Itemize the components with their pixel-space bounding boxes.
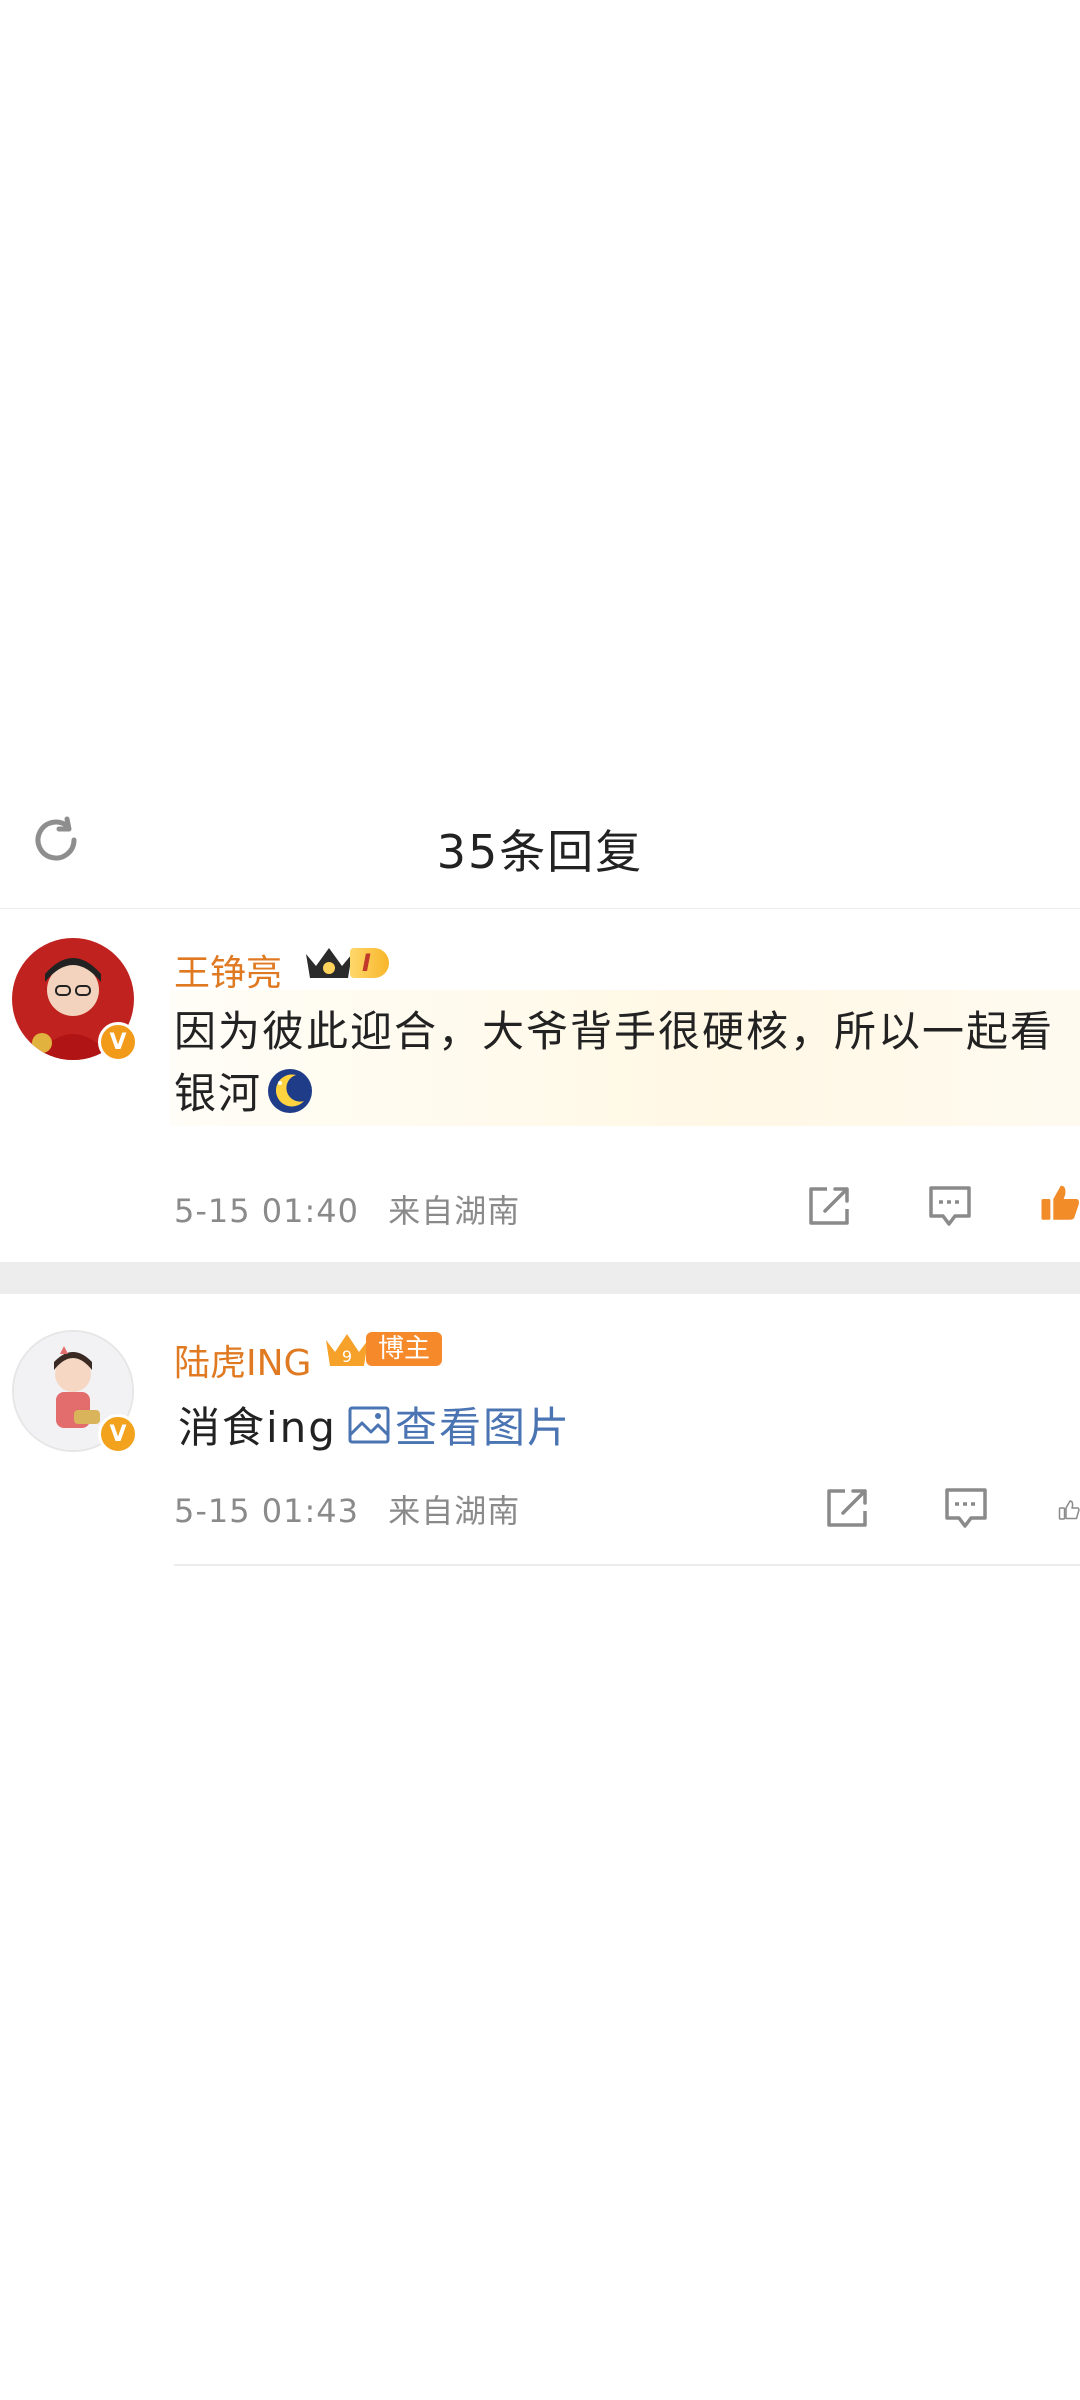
timestamp: 5-15 01:40 [174, 1192, 360, 1230]
comment-text-line-2-text: 银河 [174, 1069, 263, 1118]
location: 来自湖南 [388, 1492, 521, 1530]
crown-icon: 9 [326, 1334, 368, 1366]
comment-text-line-1: 因为彼此迎合，大爷背手很硬核，所以一起看 [174, 1007, 1055, 1056]
share-icon [809, 1187, 849, 1225]
crown-icon [306, 948, 352, 978]
username[interactable]: 陆虎ING [174, 1334, 311, 1386]
comment-text: 消食ing 查看图片 [178, 1394, 571, 1455]
member-badge: I [302, 944, 389, 982]
verified-icon: V [98, 1414, 138, 1454]
page-title: 35条回复 [436, 825, 644, 879]
blogger-tag: 博主 [366, 1332, 443, 1366]
like-icon [1041, 1185, 1080, 1220]
comment-text-line-2: 银河 [174, 1060, 314, 1121]
username[interactable]: 王铮亮 [174, 944, 282, 996]
avatar[interactable]: V [12, 938, 138, 1062]
view-picture-label: 查看图片 [394, 1403, 571, 1452]
verified-icon: V [98, 1022, 138, 1062]
comment-text-content: 消食ing [178, 1403, 337, 1452]
comment-meta: 5-15 01:40 来自湖南 [174, 1186, 520, 1232]
view-picture-link[interactable]: 查看图片 [347, 1394, 571, 1455]
comment-button[interactable] [924, 1180, 976, 1232]
section-separator [0, 1262, 1080, 1294]
comment-divider [174, 1564, 1080, 1566]
timestamp: 5-15 01:43 [174, 1492, 360, 1530]
comment-button[interactable] [940, 1482, 992, 1534]
avatar[interactable]: V [12, 1330, 138, 1454]
level-tag: I [350, 948, 389, 978]
like-icon [1058, 1500, 1080, 1520]
blogger-badge: 9 博主 [322, 1330, 443, 1368]
moon-emoji [268, 1068, 313, 1113]
share-button[interactable] [822, 1482, 874, 1534]
replies-header: 35条回复 [0, 790, 1080, 909]
comment-icon [929, 1186, 971, 1226]
share-button[interactable] [804, 1180, 856, 1232]
like-button[interactable] [1058, 1484, 1080, 1536]
comment-icon [945, 1488, 987, 1528]
like-button[interactable] [1040, 1176, 1080, 1228]
comment-meta: 5-15 01:43 来自湖南 [174, 1486, 520, 1532]
location: 来自湖南 [388, 1192, 521, 1230]
picture-icon [348, 1406, 390, 1443]
crown-level: 9 [342, 1347, 352, 1366]
share-icon [827, 1489, 867, 1527]
